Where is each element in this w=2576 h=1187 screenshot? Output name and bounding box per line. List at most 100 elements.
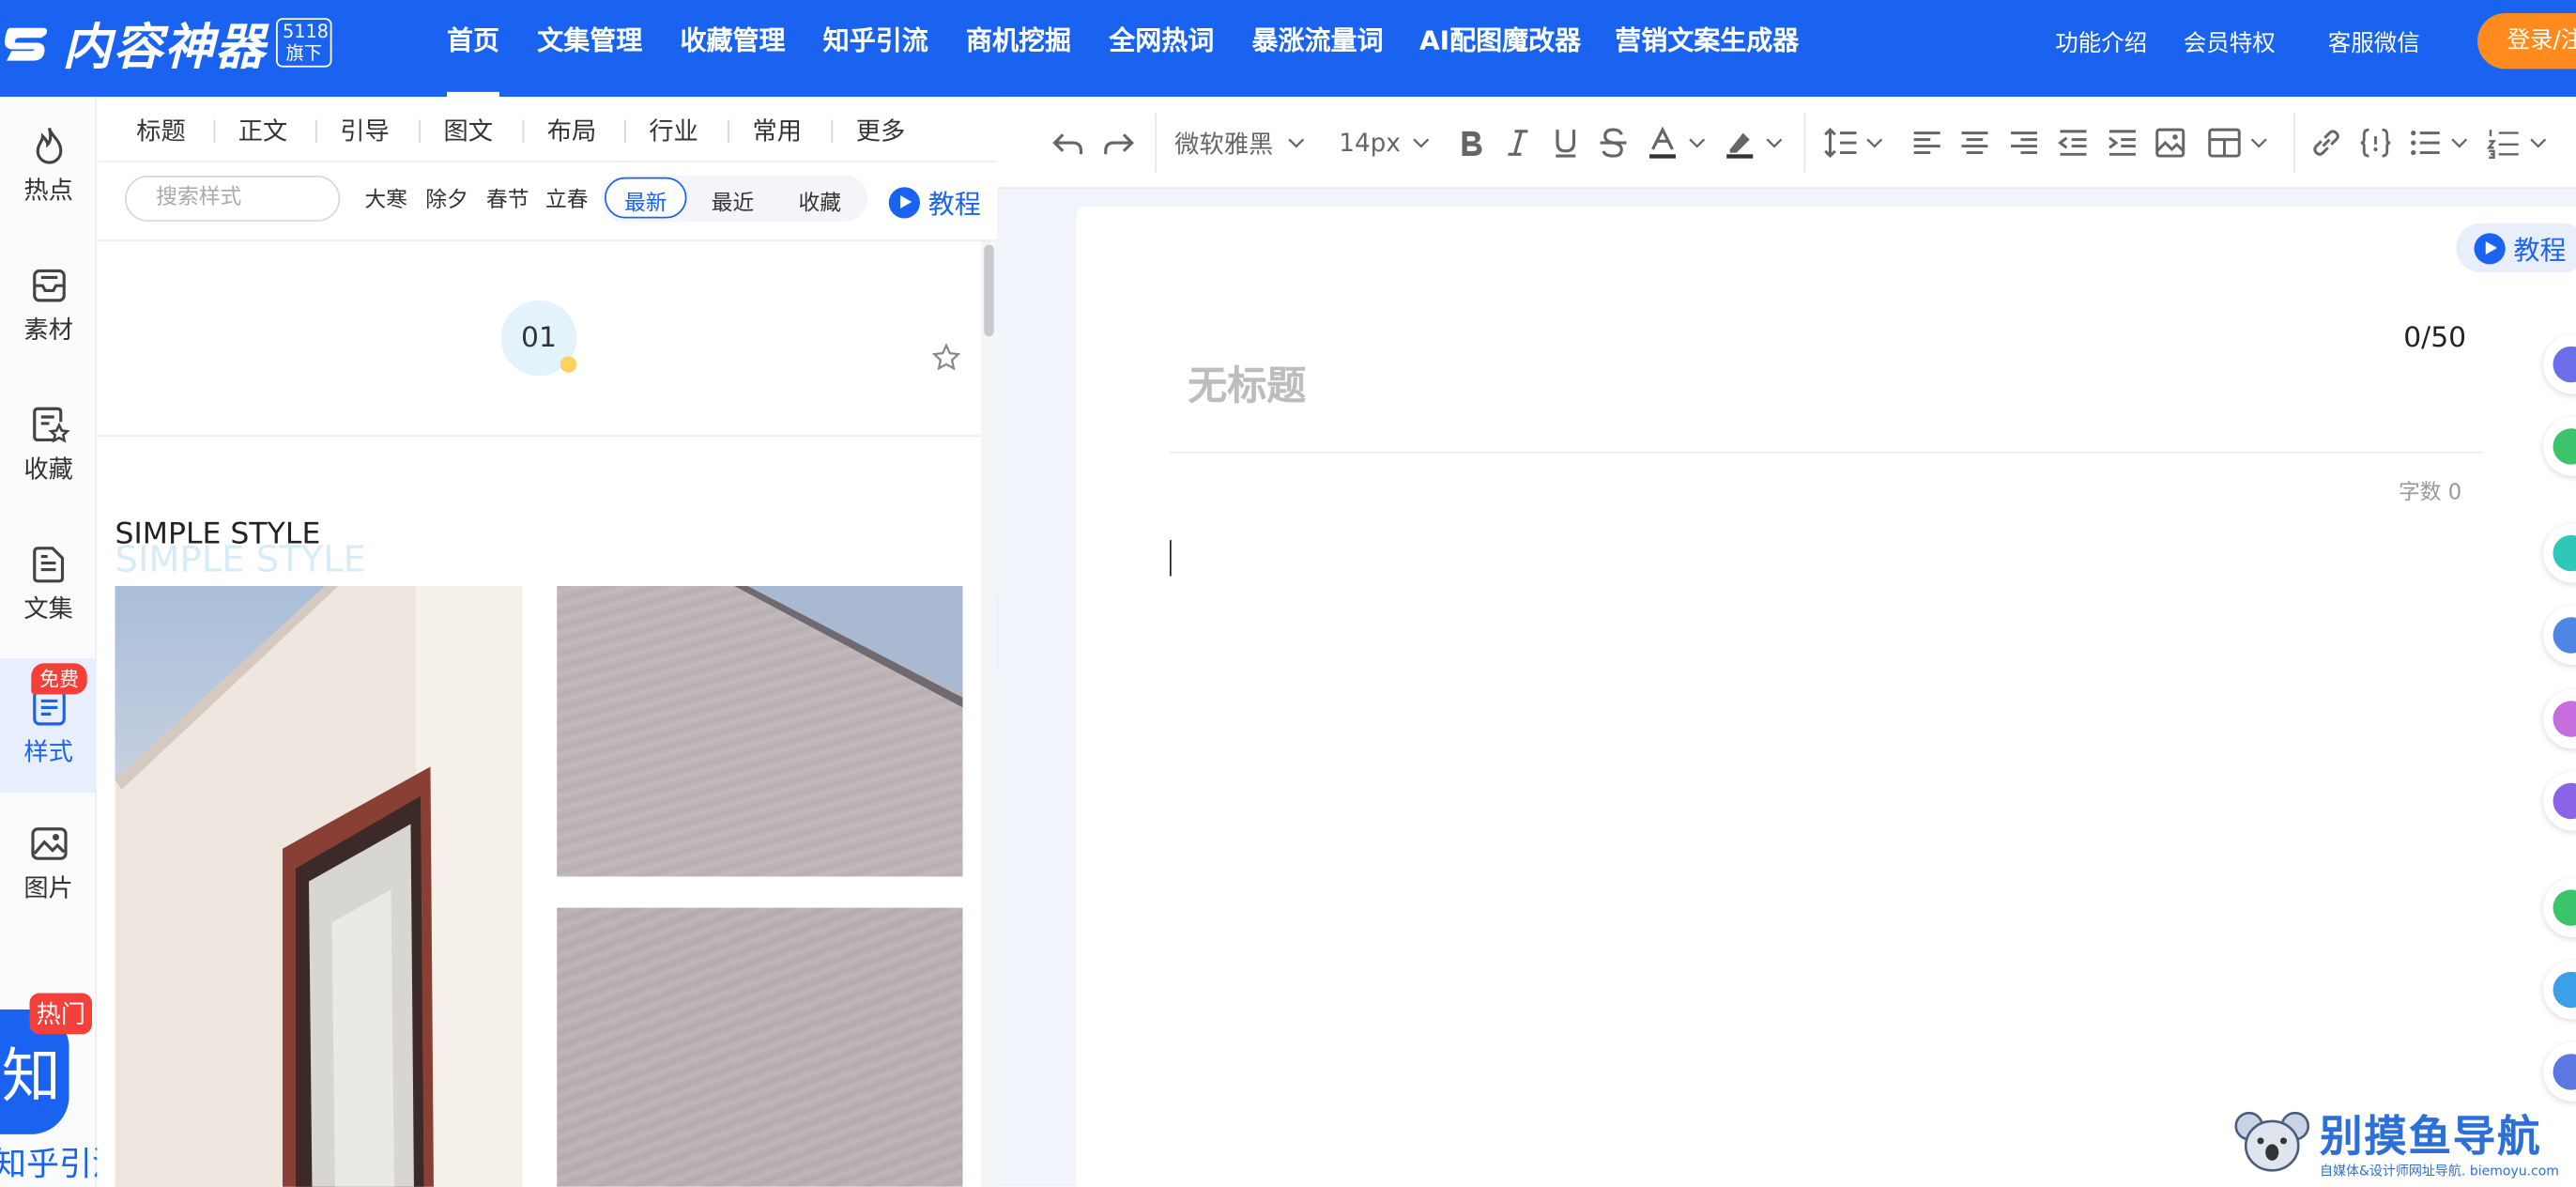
undo-button[interactable] xyxy=(1050,123,1086,162)
fire-icon xyxy=(35,126,62,163)
sort-recent[interactable]: 最近 xyxy=(712,186,755,217)
sidebar-item-favorites[interactable]: 收藏 xyxy=(0,386,97,501)
zhihu-promo[interactable]: 知 热门 知乎引流 xyxy=(0,993,125,1187)
nav-favorites-manage[interactable]: 收藏管理 xyxy=(681,23,786,71)
bold-button[interactable] xyxy=(1452,123,1489,162)
sidebar-item-material[interactable]: 素材 xyxy=(0,246,97,361)
toolbar-divider xyxy=(1155,113,1157,173)
italic-button[interactable] xyxy=(1500,123,1537,162)
tab-more[interactable]: 更多 xyxy=(856,114,906,148)
redo-button[interactable] xyxy=(1101,123,1138,162)
favorite-star-icon[interactable] xyxy=(931,343,961,372)
nav-zhihu-traffic[interactable]: 知乎引流 xyxy=(823,23,928,71)
editor-toolbar: 微软雅黑 14px xyxy=(997,97,2576,190)
nav-home[interactable]: 首页 xyxy=(447,23,500,98)
underline-button[interactable] xyxy=(1548,123,1585,162)
tab-divider xyxy=(419,119,421,144)
nav-marketing-copy-generator[interactable]: 营销文案生成器 xyxy=(1615,23,1799,71)
underline-icon xyxy=(1556,130,1576,158)
style-card[interactable]: SIMPLE STYLE SIMPLE STYLE xyxy=(97,439,981,1187)
sort-favorites[interactable]: 收藏 xyxy=(799,186,842,217)
word-count: 字数 0 xyxy=(2399,481,2462,506)
tab-guide[interactable]: 引导 xyxy=(340,114,390,148)
font-family-select[interactable]: 微软雅黑 xyxy=(1174,123,1310,162)
tab-body[interactable]: 正文 xyxy=(238,114,288,148)
bold-icon xyxy=(1462,131,1482,157)
line-height-button[interactable] xyxy=(1822,123,1888,162)
tab-image-text[interactable]: 图文 xyxy=(444,114,494,148)
numbered-list-button[interactable] xyxy=(2486,123,2552,162)
nav-hot-words[interactable]: 全网热词 xyxy=(1109,23,1214,71)
tab-divider xyxy=(728,119,729,144)
font-color-button[interactable] xyxy=(1645,123,1710,162)
style-search-input[interactable]: 搜索样式 xyxy=(125,176,341,222)
chevron-down-icon xyxy=(1866,138,1883,148)
link-icon xyxy=(2313,130,2339,156)
style-title: SIMPLE STYLE xyxy=(115,516,321,552)
site-watermark: 别摸鱼导航 自媒体&设计师网址导航. biemoyu.com xyxy=(2234,1103,2576,1187)
bullet-list-button[interactable] xyxy=(2407,123,2473,162)
logo-text: 内容神器 xyxy=(62,19,267,78)
sidebar-item-label: 文集 xyxy=(23,593,73,624)
title-input[interactable]: 无标题 xyxy=(1188,353,1306,410)
tag-dahan[interactable]: 大寒 xyxy=(365,182,408,213)
panel-tutorial-link[interactable]: 教程 xyxy=(888,182,981,222)
document-page[interactable]: 教程 无标题 0/50 字数 0 xyxy=(1076,207,2576,1187)
table-button[interactable] xyxy=(2206,123,2272,162)
indent-icon xyxy=(2108,130,2136,156)
code-button[interactable] xyxy=(2357,123,2394,162)
outdent-icon xyxy=(2058,130,2087,156)
nav-business-mining[interactable]: 商机挖掘 xyxy=(966,23,1071,71)
insert-image-button[interactable] xyxy=(2153,123,2189,162)
sidebar-item-images[interactable]: 图片 xyxy=(0,805,97,919)
tutorial-label: 教程 xyxy=(2513,234,2567,267)
insert-image-icon xyxy=(2155,128,2185,158)
strikethrough-button[interactable] xyxy=(1595,123,1632,162)
tab-layout[interactable]: 布局 xyxy=(547,114,597,148)
indent-button[interactable] xyxy=(2105,123,2141,162)
strikethrough-icon xyxy=(1600,128,1627,158)
brand-logo[interactable]: 内容神器 5118旗下 xyxy=(0,13,332,77)
link-membership[interactable]: 会员特权 xyxy=(2184,26,2276,59)
redo-icon xyxy=(1104,133,1134,155)
chevron-down-icon xyxy=(1412,138,1429,148)
nav-surging-keywords[interactable]: 暴涨流量词 xyxy=(1252,23,1384,71)
link-support-wechat[interactable]: 客服微信 xyxy=(2328,26,2420,59)
style-filter-bar: 搜索样式 大寒 除夕 春节 立春 最新 最近 收藏 教程 xyxy=(97,162,998,241)
table-icon xyxy=(2208,128,2241,158)
sidebar-item-collections[interactable]: 文集 xyxy=(0,525,97,640)
tab-industry[interactable]: 行业 xyxy=(649,114,698,148)
sort-newest[interactable]: 最新 xyxy=(605,177,687,219)
sidebar-item-hot[interactable]: 热点 xyxy=(0,107,97,222)
app-root: 内容神器 5118旗下 首页 文集管理 收藏管理 知乎引流 商机挖掘 全网热词 … xyxy=(0,0,2576,1187)
link-features[interactable]: 功能介绍 xyxy=(2055,26,2147,59)
align-left-button[interactable] xyxy=(1909,123,1946,162)
scrollbar-thumb[interactable] xyxy=(984,244,994,337)
koala-mascot-icon xyxy=(2234,1111,2310,1172)
font-size-select[interactable]: 14px xyxy=(1339,123,1434,162)
align-left-icon xyxy=(1913,131,1940,155)
chevron-down-icon xyxy=(1288,138,1305,148)
tag-lichun[interactable]: 立春 xyxy=(545,182,589,213)
link-button[interactable] xyxy=(2308,123,2345,162)
login-button[interactable]: 登录/注 xyxy=(2477,12,2576,69)
tag-chunjie[interactable]: 春节 xyxy=(486,182,529,213)
outdent-button[interactable] xyxy=(2055,123,2092,162)
tag-chuxi[interactable]: 除夕 xyxy=(425,182,468,213)
font-family-value: 微软雅黑 xyxy=(1174,129,1274,159)
editor-tutorial-button[interactable]: 教程 xyxy=(2456,223,2576,273)
sort-toggle-group: 最新 最近 收藏 xyxy=(601,176,867,222)
toolbar-divider xyxy=(1803,113,1806,173)
panel-scrollbar[interactable] xyxy=(980,240,998,1187)
nav-ai-image-editor[interactable]: AI配图魔改器 xyxy=(1419,23,1581,71)
editor-area: 微软雅黑 14px 教程 无标题 0/50 字数 0 xyxy=(997,97,2576,1187)
hot-badge: 热门 xyxy=(29,993,93,1035)
align-center-button[interactable] xyxy=(1956,123,1993,162)
align-right-button[interactable] xyxy=(2006,123,2043,162)
style-card[interactable]: 01 xyxy=(97,241,981,437)
highlight-button[interactable] xyxy=(1722,123,1787,162)
tab-heading[interactable]: 标题 xyxy=(136,114,186,148)
nav-collection-manage[interactable]: 文集管理 xyxy=(537,23,642,71)
free-badge: 免费 xyxy=(31,663,87,695)
tab-common[interactable]: 常用 xyxy=(753,114,803,148)
